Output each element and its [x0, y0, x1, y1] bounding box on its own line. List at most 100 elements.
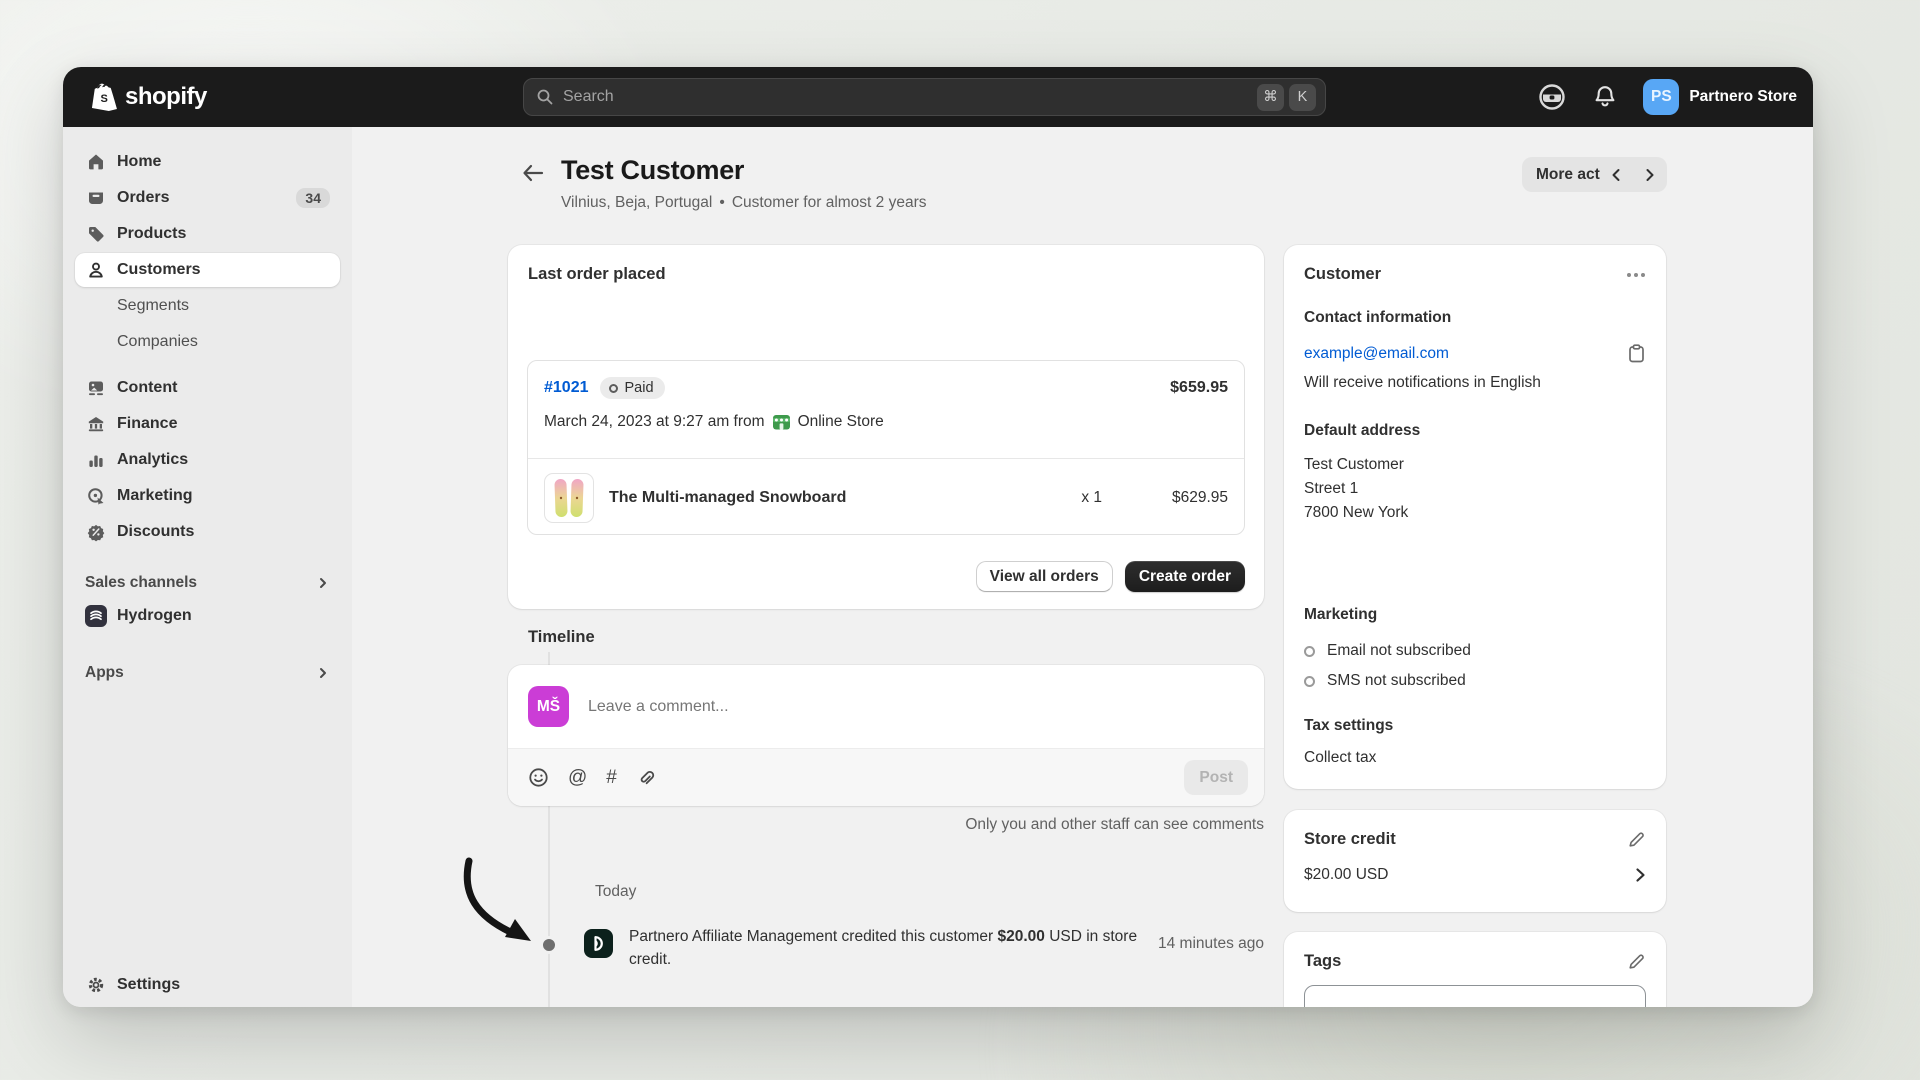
sidebar-item-content[interactable]: Content — [75, 371, 340, 405]
customer-pagination — [1600, 157, 1813, 192]
store-credit-amount: $20.00 USD — [1304, 866, 1388, 884]
sidebar-item-home[interactable]: Home — [75, 145, 340, 179]
last-order-card-title: Last order placed — [528, 265, 1244, 284]
store-credit-title: Store credit — [1304, 830, 1396, 849]
target-icon — [85, 486, 107, 506]
tax-settings-heading: Tax settings — [1304, 717, 1646, 735]
sidekick-face-icon[interactable] — [1537, 82, 1567, 112]
attachment-icon[interactable] — [636, 768, 656, 788]
sidebar-item-label: Home — [117, 153, 161, 171]
status-dot-icon — [609, 384, 618, 393]
tags-input[interactable] — [1304, 985, 1646, 1007]
order-line-item: The Multi-managed Snowboard x 1 $629.95 — [544, 473, 1228, 523]
order-number-link[interactable]: #1021 — [544, 379, 589, 397]
payment-status-badge: Paid — [600, 377, 665, 399]
chevron-right-icon — [316, 576, 330, 590]
edit-pencil-icon[interactable] — [1627, 830, 1646, 849]
back-button[interactable] — [521, 162, 545, 184]
last-order-card: Last order placed #1021 Paid $659.95 Mar… — [508, 245, 1264, 609]
kbd-command-key: ⌘ — [1257, 84, 1284, 111]
sidebar-item-finance[interactable]: Finance — [75, 407, 340, 441]
previous-customer-button[interactable] — [1600, 157, 1631, 192]
customer-tenure: Customer for almost 2 years — [732, 194, 927, 212]
gear-icon — [85, 975, 107, 995]
sidebar-item-customers[interactable]: Customers — [75, 253, 340, 287]
online-store-icon — [772, 412, 791, 431]
shopify-bag-icon: S — [90, 82, 118, 112]
sidebar-item-segments[interactable]: Segments — [75, 289, 340, 323]
event-amount: $20.00 — [997, 928, 1044, 945]
bar-chart-icon — [85, 450, 107, 470]
order-total: $659.95 — [1170, 379, 1228, 397]
order-placed-line: March 24, 2023 at 9:27 am from — [544, 413, 765, 431]
sidebar: Home Orders 34 Products Customers Segmen… — [63, 127, 352, 1007]
sidebar-item-companies[interactable]: Companies — [75, 325, 340, 359]
hashtag-icon[interactable]: # — [606, 767, 617, 789]
timeline-event-text: Partnero Affiliate Management credited t… — [629, 925, 1153, 971]
sidebar-item-label: Companies — [117, 333, 198, 351]
product-name: The Multi-managed Snowboard — [609, 489, 846, 507]
discount-icon — [85, 522, 107, 542]
tags-card: Tags — [1284, 932, 1666, 1007]
sidebar-item-orders[interactable]: Orders 34 — [75, 181, 340, 215]
notification-language-note: Will receive notifications in English — [1304, 374, 1646, 392]
hydrogen-icon — [85, 605, 107, 627]
apps-header[interactable]: Apps — [75, 657, 340, 689]
sidebar-item-analytics[interactable]: Analytics — [75, 443, 340, 477]
svg-text:S: S — [101, 93, 108, 105]
view-all-orders-button[interactable]: View all orders — [976, 561, 1113, 592]
next-customer-button[interactable] — [1634, 157, 1665, 192]
default-address-heading: Default address — [1304, 422, 1646, 440]
store-name: Partnero Store — [1689, 88, 1797, 106]
contact-information-heading: Contact information — [1304, 309, 1646, 327]
payment-status-label: Paid — [625, 380, 654, 396]
notifications-bell-icon[interactable] — [1593, 84, 1617, 110]
customer-card-title: Customer — [1304, 265, 1381, 284]
more-options-icon[interactable] — [1626, 272, 1646, 278]
order-summary-box: #1021 Paid $659.95 March 24, 2023 at 9:2… — [527, 360, 1245, 535]
customer-email-link[interactable]: example@email.com — [1304, 345, 1449, 363]
timeline-event-dot — [540, 936, 558, 954]
shopify-logo[interactable]: S shopify — [63, 82, 207, 112]
timeline-today-label: Today — [595, 883, 636, 901]
sidebar-item-hydrogen[interactable]: Hydrogen — [75, 599, 340, 633]
sidebar-item-marketing[interactable]: Marketing — [75, 479, 340, 513]
store-credit-row[interactable]: $20.00 USD — [1304, 866, 1646, 884]
mention-icon[interactable]: @ — [568, 767, 587, 789]
orders-icon — [85, 188, 107, 208]
comment-input[interactable]: Leave a comment... — [588, 698, 1244, 716]
search-placeholder: Search — [563, 88, 1257, 106]
store-avatar: PS — [1643, 79, 1679, 115]
sidebar-item-discounts[interactable]: Discounts — [75, 515, 340, 549]
edit-pencil-icon[interactable] — [1627, 952, 1646, 971]
media-icon — [85, 378, 107, 398]
status-circle-icon — [1304, 676, 1315, 687]
sidebar-item-label: Marketing — [117, 487, 193, 505]
search-icon — [536, 88, 554, 106]
tags-title: Tags — [1304, 952, 1341, 971]
chevron-right-icon — [1635, 867, 1646, 883]
orders-count-badge: 34 — [296, 188, 330, 208]
address-line: Test Customer — [1304, 453, 1646, 477]
bank-icon — [85, 414, 107, 434]
sidebar-item-settings[interactable]: Settings — [75, 968, 340, 1002]
sidebar-item-label: Finance — [117, 415, 177, 433]
post-comment-button[interactable]: Post — [1184, 760, 1248, 795]
comment-visibility-note: Only you and other staff can see comment… — [508, 816, 1264, 834]
shopify-wordmark: shopify — [125, 83, 207, 111]
create-order-button[interactable]: Create order — [1125, 561, 1245, 592]
store-menu[interactable]: PS Partnero Store — [1643, 79, 1797, 115]
divider — [528, 458, 1244, 459]
sales-channels-header[interactable]: Sales channels — [75, 567, 340, 599]
sidebar-item-products[interactable]: Products — [75, 217, 340, 251]
global-search-input[interactable]: Search ⌘ K — [523, 78, 1326, 116]
address-line: 7800 New York — [1304, 501, 1646, 525]
subtitle-separator: • — [719, 194, 724, 212]
shopify-admin-window: S shopify Search ⌘ K — [63, 67, 1813, 1007]
emoji-icon[interactable] — [528, 767, 549, 788]
timeline-event-timestamp: 14 minutes ago — [1113, 935, 1264, 953]
topbar-right-cluster: PS Partnero Store — [1537, 79, 1813, 115]
person-icon — [85, 260, 107, 280]
copy-clipboard-icon[interactable] — [1627, 343, 1646, 364]
chevron-right-icon — [316, 666, 330, 680]
